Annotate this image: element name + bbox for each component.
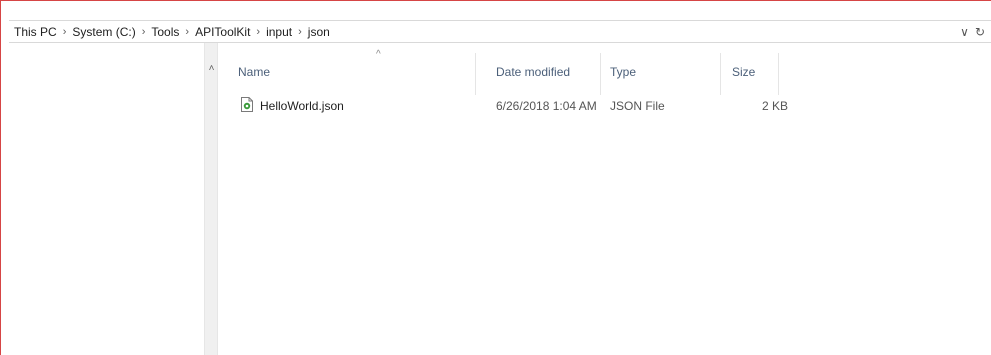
chevron-down-icon[interactable]: ∨ (960, 25, 969, 39)
breadcrumb-apitoolkit[interactable]: APIToolKit (194, 25, 251, 39)
column-header-name-label: Name (238, 65, 271, 79)
navigation-pane[interactable] (9, 43, 218, 355)
file-list[interactable]: ^ Name Date modified Type Size HelloWorl… (218, 43, 991, 355)
refresh-icon[interactable]: ↻ (975, 25, 985, 39)
breadcrumb-separator-icon[interactable]: › (251, 26, 265, 38)
breadcrumb: This PC › System (C:) › Tools › APIToolK… (9, 25, 331, 39)
column-header-size-label: Size (732, 65, 756, 79)
breadcrumb-json[interactable]: json (307, 25, 331, 39)
breadcrumb-system-c[interactable]: System (C:) (71, 25, 136, 39)
title-strip (1, 1, 991, 18)
breadcrumb-this-pc[interactable]: This PC (13, 25, 58, 39)
file-name: HelloWorld.json (260, 99, 344, 113)
breadcrumb-separator-icon[interactable]: › (137, 26, 151, 38)
column-divider[interactable] (778, 53, 779, 95)
address-bar[interactable]: This PC › System (C:) › Tools › APIToolK… (9, 20, 991, 43)
column-divider[interactable] (475, 53, 476, 95)
column-divider[interactable] (600, 53, 601, 95)
file-date-modified: 6/26/2018 1:04 AM (496, 99, 597, 113)
breadcrumb-separator-icon[interactable]: › (58, 26, 72, 38)
breadcrumb-input[interactable]: input (265, 25, 293, 39)
breadcrumb-separator-icon[interactable]: › (293, 26, 307, 38)
breadcrumb-tools[interactable]: Tools (150, 25, 180, 39)
scroll-up-arrow-icon[interactable]: ˄ (205, 63, 218, 74)
file-row[interactable]: HelloWorld.json 6/26/2018 1:04 AM JSON F… (238, 95, 788, 117)
file-size: 2 KB (762, 99, 789, 113)
sort-ascending-icon: ^ (376, 49, 381, 60)
column-header-size[interactable]: Size (732, 43, 778, 95)
column-header-type-label: Type (610, 65, 637, 79)
column-header-date-modified[interactable]: Date modified (496, 43, 601, 95)
column-header-date-label: Date modified (496, 65, 571, 79)
column-header-name[interactable]: ^ Name (238, 43, 495, 95)
breadcrumb-separator-icon[interactable]: › (180, 26, 194, 38)
column-header-type[interactable]: Type (610, 43, 720, 95)
json-file-icon (241, 97, 253, 112)
address-bar-controls: ∨ ↻ (960, 21, 985, 42)
column-divider[interactable] (720, 53, 721, 95)
navigation-pane-scrollbar[interactable]: ˄ (204, 43, 218, 355)
file-type: JSON File (610, 99, 665, 113)
